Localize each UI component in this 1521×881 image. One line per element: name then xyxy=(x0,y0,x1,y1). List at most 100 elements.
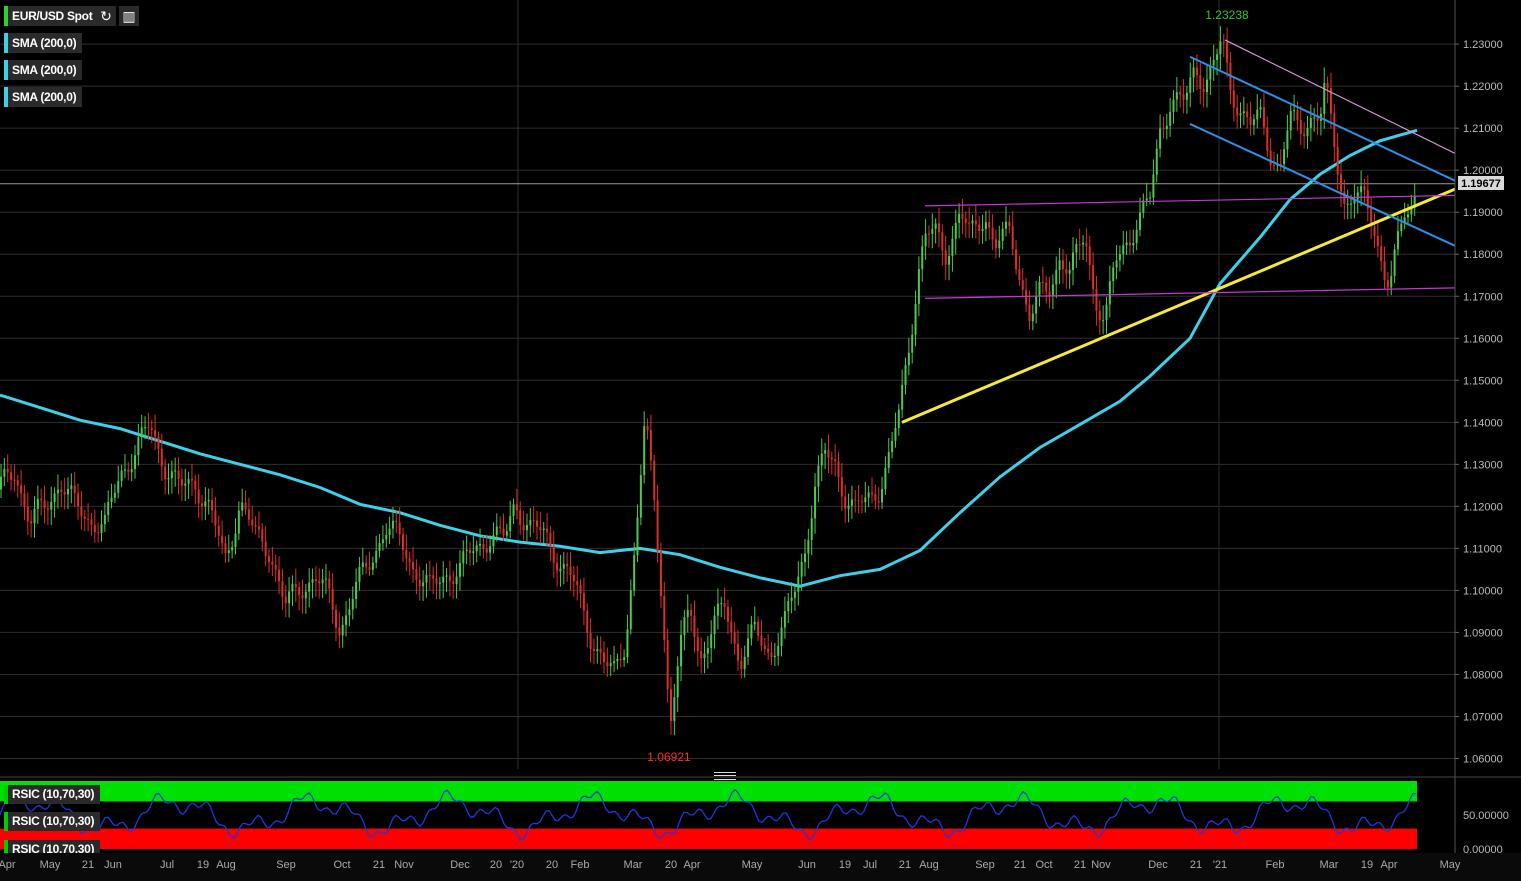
candle-body xyxy=(881,489,884,503)
candle-body xyxy=(646,426,649,431)
candle-body xyxy=(626,629,629,658)
time-tick-label: Sep xyxy=(975,859,995,871)
candle-body xyxy=(1018,269,1021,281)
time-tick-label: 21 xyxy=(899,859,911,871)
time-tick-label: Mar xyxy=(1320,859,1339,871)
rsi-indicator-1[interactable]: RSIC (10,70,30) xyxy=(4,785,101,804)
candle-body xyxy=(579,585,582,594)
candle-body xyxy=(1182,94,1185,100)
candle-body xyxy=(519,510,522,525)
candle-body xyxy=(582,593,585,611)
candle-body xyxy=(100,524,103,533)
candle-body xyxy=(1316,117,1319,121)
candle-body xyxy=(907,352,910,366)
candle-body xyxy=(117,480,120,493)
candle-body xyxy=(958,213,961,223)
candle-body xyxy=(562,563,565,569)
candle-body xyxy=(515,504,518,511)
candle-body xyxy=(83,516,86,519)
time-tick-label: 20 xyxy=(490,859,502,871)
candle-body xyxy=(1128,242,1131,246)
time-tick-label: Mar xyxy=(624,859,643,871)
candle-body xyxy=(1222,41,1225,43)
candle-body xyxy=(1122,245,1125,255)
candle-body xyxy=(1383,261,1386,281)
candle-body xyxy=(1266,127,1269,151)
rsi-color-bar xyxy=(4,812,8,831)
candle-body xyxy=(1286,130,1289,150)
candle-body xyxy=(1269,150,1272,166)
candle-body xyxy=(623,657,626,660)
candle-body xyxy=(649,430,652,461)
candle-body xyxy=(690,609,693,616)
candle-body xyxy=(1396,231,1399,250)
candle-body xyxy=(783,611,786,628)
candle-body xyxy=(750,624,753,639)
candle-body xyxy=(696,636,699,652)
candle-body xyxy=(840,477,843,497)
candle-body xyxy=(1051,284,1054,296)
candle-body xyxy=(1306,128,1309,137)
candle-body xyxy=(1293,110,1296,112)
sma-indicator-3[interactable]: SMA (200,0) xyxy=(4,87,83,107)
price-tick-label: 1.18000 xyxy=(1463,249,1503,261)
candle-body xyxy=(351,598,354,610)
candle-body xyxy=(442,576,445,583)
candle-body xyxy=(663,596,666,640)
price-tick-label: 1.17000 xyxy=(1463,291,1503,303)
candle-body xyxy=(1246,111,1249,118)
candle-body xyxy=(773,655,776,658)
high-annotation: 1.23238 xyxy=(1205,8,1249,22)
chart-canvas[interactable]: 1.23000 1.22000 1.21000 1.20000 1.19000 1.180… xyxy=(0,0,1521,881)
rsi-indicator-2[interactable]: RSIC (10,70,30) xyxy=(4,812,101,831)
sma-indicator-2[interactable]: SMA (200,0) xyxy=(4,60,83,80)
symbol-label[interactable]: EUR/USD Spot xyxy=(4,6,99,26)
candle-body xyxy=(837,461,840,478)
sma-indicator-1[interactable]: SMA (200,0) xyxy=(4,33,83,53)
candle-body xyxy=(1249,117,1252,125)
candle-body xyxy=(760,635,763,646)
time-tick-label: Nov xyxy=(394,859,414,871)
candle-body xyxy=(321,579,324,584)
candle-body xyxy=(643,426,646,476)
candle-body xyxy=(827,450,830,458)
candle-body xyxy=(820,453,823,466)
candle-body xyxy=(639,475,642,518)
candle-body xyxy=(653,460,656,501)
candle-body xyxy=(80,506,83,517)
candle-body xyxy=(1085,242,1088,247)
candle-body xyxy=(703,653,706,658)
candle-body xyxy=(726,606,729,622)
candle-body xyxy=(284,596,287,604)
candle-body xyxy=(549,532,552,547)
candle-body xyxy=(130,469,133,473)
candle-body xyxy=(241,502,244,511)
price-tick-label: 1.14000 xyxy=(1463,417,1503,429)
refresh-icon[interactable]: ↻ xyxy=(96,6,116,26)
candle-body xyxy=(435,578,438,584)
candle-body xyxy=(850,499,853,506)
chart-settings-icon[interactable]: ▥ xyxy=(119,6,139,26)
price-tick-label: 1.21000 xyxy=(1463,123,1503,135)
time-tick-label: Sep xyxy=(276,859,296,871)
candle-body xyxy=(854,499,857,501)
candle-body xyxy=(968,222,971,224)
rsi-indicator-3[interactable]: RSIC (10,70,30) xyxy=(4,840,101,853)
candle-body xyxy=(1082,242,1085,245)
candle-body xyxy=(710,634,713,648)
candle-body xyxy=(1015,249,1018,270)
candle-body xyxy=(569,566,572,575)
candle-body xyxy=(998,240,1001,249)
candle-body xyxy=(170,471,173,479)
panel-splitter-handle[interactable] xyxy=(714,772,736,780)
candle-body xyxy=(492,535,495,547)
candle-body xyxy=(1373,226,1376,236)
candle-body xyxy=(522,524,525,531)
current-price-label: 1.19677 xyxy=(1461,178,1501,190)
candle-body xyxy=(747,638,750,657)
candle-body xyxy=(177,470,180,480)
candle-body xyxy=(596,648,599,652)
candle-body xyxy=(1092,265,1095,289)
time-tick-label: 19 xyxy=(197,859,209,871)
candle-body xyxy=(23,493,26,507)
